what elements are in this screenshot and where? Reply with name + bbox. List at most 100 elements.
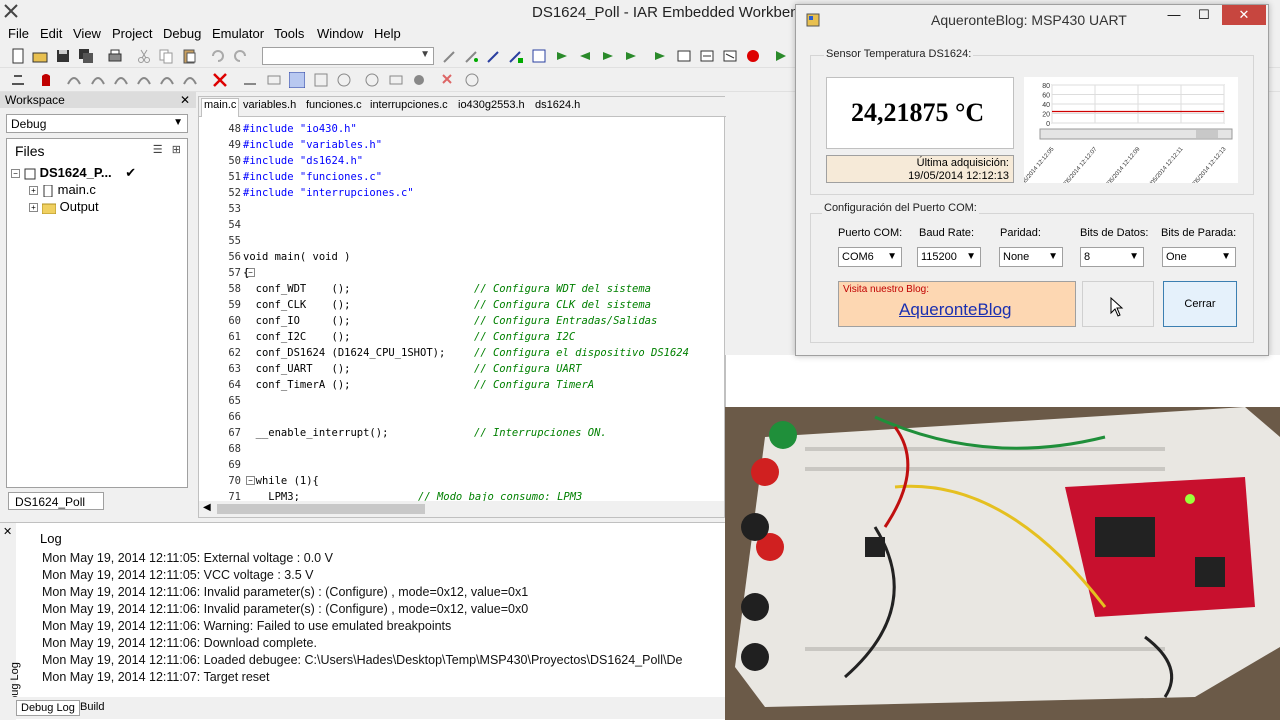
menu-edit[interactable]: Edit: [40, 26, 62, 41]
code-area[interactable]: #include "io430.h" #include "variables.h"…: [243, 119, 723, 501]
tree-item-main-c[interactable]: + main.c: [29, 182, 96, 198]
code-line[interactable]: conf_TimerA (); // Configura TimerA: [243, 377, 594, 393]
replace-icon[interactable]: [508, 48, 524, 64]
code-line[interactable]: #include "variables.h": [243, 137, 382, 153]
collapse-icon[interactable]: −: [11, 169, 20, 179]
paste-icon[interactable]: [181, 48, 197, 64]
redo-icon[interactable]: [232, 48, 248, 64]
configuration-select[interactable]: Debug ▼: [6, 114, 188, 133]
code-line[interactable]: LPM3; // Modo bajo consumo: LPM3: [243, 489, 582, 501]
new-file-icon[interactable]: [10, 48, 26, 64]
tool-e-icon[interactable]: [336, 72, 352, 88]
blog-link[interactable]: AqueronteBlog: [899, 300, 1011, 320]
scroll-left-icon[interactable]: ◀: [203, 502, 211, 513]
cut-icon[interactable]: [136, 48, 152, 64]
iar-app-icon[interactable]: [4, 4, 18, 18]
code-line[interactable]: #include "ds1624.h": [243, 153, 363, 169]
expand-icon[interactable]: +: [29, 203, 38, 213]
close-icon[interactable]: ✕: [3, 525, 12, 538]
menu-project[interactable]: Project: [112, 26, 152, 41]
baud-rate-select[interactable]: 115200 ▼: [917, 247, 981, 267]
tree-item-output[interactable]: + Output: [29, 199, 99, 215]
tab-main-c[interactable]: main.c: [201, 98, 240, 117]
tab-io430g2553-h[interactable]: io430g2553.h: [458, 99, 525, 111]
menu-help[interactable]: Help: [374, 26, 401, 41]
minimize-button[interactable]: —: [1160, 5, 1188, 25]
stop-debug-icon[interactable]: [212, 72, 228, 88]
data-bits-select[interactable]: 8 ▼: [1080, 247, 1144, 267]
undo-icon[interactable]: [210, 48, 226, 64]
menu-file[interactable]: File: [8, 26, 29, 41]
code-line[interactable]: void main( void ): [243, 249, 350, 265]
menu-window[interactable]: Window: [317, 26, 363, 41]
workspace-tab[interactable]: DS1624_Poll: [8, 492, 104, 510]
code-line[interactable]: #include "funciones.c": [243, 169, 382, 185]
tool-f-icon[interactable]: [364, 72, 380, 88]
tab-interrupciones-c[interactable]: interrupciones.c: [370, 99, 448, 111]
menu-view[interactable]: View: [73, 26, 101, 41]
breakpoint-icon[interactable]: [745, 48, 761, 64]
tab-debug-log[interactable]: Debug Log: [16, 700, 80, 716]
step-into-icon[interactable]: [90, 72, 106, 88]
print-icon[interactable]: [107, 48, 123, 64]
expand-icon[interactable]: +: [29, 186, 38, 196]
tab-ds1624-h[interactable]: ds1624.h: [535, 99, 580, 111]
scrollbar-thumb[interactable]: [217, 504, 425, 514]
code-line[interactable]: #include "interrupciones.c": [243, 185, 414, 201]
tab-build[interactable]: Build: [76, 700, 108, 714]
code-line[interactable]: __enable_interrupt(); // Interrupciones O…: [243, 425, 607, 441]
save-icon[interactable]: [55, 48, 71, 64]
tool-a-icon[interactable]: [242, 72, 258, 88]
copy-icon[interactable]: [158, 48, 174, 64]
maximize-button[interactable]: ☐: [1190, 5, 1218, 25]
horizontal-scrollbar[interactable]: ◀: [199, 501, 724, 517]
code-line[interactable]: #include "io430.h": [243, 121, 357, 137]
tree-item-project[interactable]: − DS1624_P... ✔: [11, 165, 136, 181]
code-line[interactable]: conf_UART (); // Configura UART: [243, 361, 582, 377]
open-folder-icon[interactable]: [32, 48, 48, 64]
tool-i-icon[interactable]: [440, 72, 456, 88]
code-line[interactable]: conf_CLK (); // Configura CLK del sistema: [243, 297, 651, 313]
next-statement-icon[interactable]: [136, 72, 152, 88]
close-button[interactable]: Cerrar: [1163, 281, 1237, 327]
tool-h-icon[interactable]: [411, 72, 427, 88]
tool-c-icon[interactable]: [289, 72, 305, 88]
make-icon[interactable]: [676, 48, 692, 64]
nav-next-icon[interactable]: [623, 48, 639, 64]
find-next-icon[interactable]: [464, 48, 480, 64]
stop-build-icon[interactable]: [722, 48, 738, 64]
tab-variables-h[interactable]: variables.h: [243, 99, 296, 111]
download-debug-icon[interactable]: [773, 48, 789, 64]
window-close-button[interactable]: ✕: [1222, 5, 1266, 25]
code-line[interactable]: conf_DS1624 (D1624_CPU_1SHOT); // Configu…: [243, 345, 689, 361]
find-prev-icon[interactable]: [486, 48, 502, 64]
menu-debug[interactable]: Debug: [163, 26, 201, 41]
code-line[interactable]: conf_IO (); // Configura Entradas/Salidas: [243, 313, 658, 329]
bookmark-icon[interactable]: [554, 48, 570, 64]
reset-icon[interactable]: [10, 72, 26, 88]
save-all-icon[interactable]: [78, 48, 94, 64]
find-icon[interactable]: [442, 48, 458, 64]
tool-j-icon[interactable]: [464, 72, 480, 88]
compile-icon[interactable]: [652, 48, 668, 64]
code-line[interactable]: conf_I2C (); // Configura I2C: [243, 329, 576, 345]
close-icon[interactable]: ✕: [180, 92, 190, 108]
find-combo[interactable]: ▼: [262, 47, 434, 65]
break-icon[interactable]: [38, 72, 54, 88]
tree-options-icon[interactable]: ☰ ⊞: [153, 143, 181, 156]
code-line[interactable]: {: [243, 265, 249, 281]
parity-select[interactable]: None ▼: [999, 247, 1063, 267]
code-line[interactable]: while (1){: [243, 473, 319, 489]
menu-tools[interactable]: Tools: [274, 26, 304, 41]
com-port-select[interactable]: COM6 ▼: [838, 247, 902, 267]
step-out-icon[interactable]: [113, 72, 129, 88]
run-to-cursor-icon[interactable]: [159, 72, 175, 88]
nav-back-icon[interactable]: [577, 48, 593, 64]
go-icon[interactable]: [182, 72, 198, 88]
goto-icon[interactable]: [531, 48, 547, 64]
tool-d-icon[interactable]: [313, 72, 329, 88]
rebuild-icon[interactable]: [699, 48, 715, 64]
step-over-icon[interactable]: [66, 72, 82, 88]
nav-forward-icon[interactable]: [600, 48, 616, 64]
stop-bits-select[interactable]: One ▼: [1162, 247, 1236, 267]
